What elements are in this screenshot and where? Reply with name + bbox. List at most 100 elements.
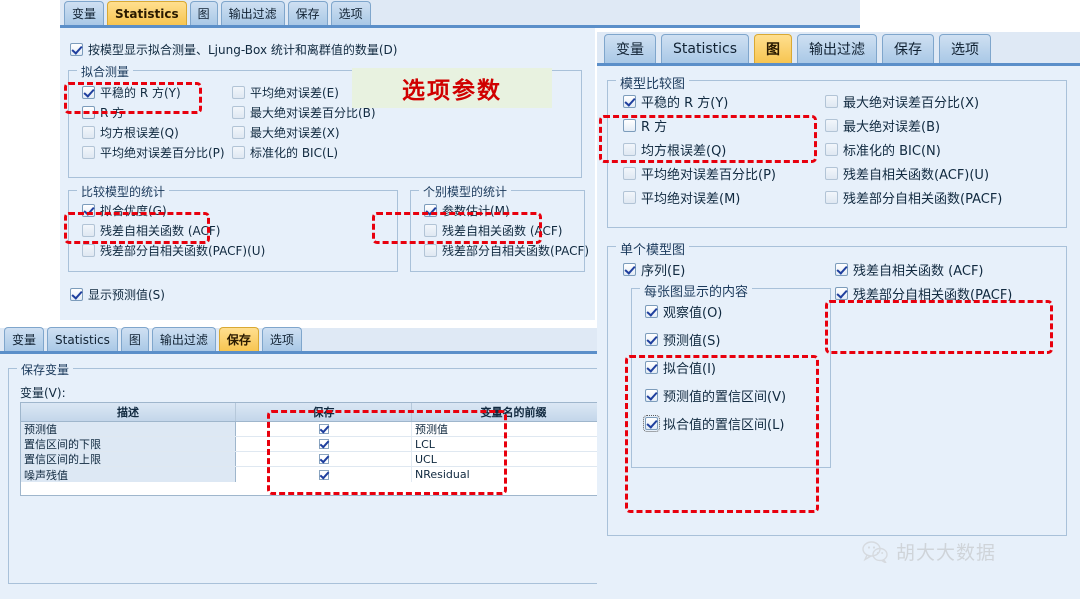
tab-options[interactable]: 选项 (330, 1, 371, 25)
tab-save[interactable]: 保存 (218, 327, 259, 351)
checkbox-label: 均方根误差(Q) (100, 126, 179, 140)
checkbox-mape[interactable]: 平均绝对误差百分比(P) (82, 144, 225, 161)
checkbox-box (835, 263, 848, 276)
label-variables: 变量(V): (20, 386, 66, 400)
table-row[interactable]: 噪声残值 NResidual (21, 467, 615, 482)
cell-save-checkbox[interactable] (236, 452, 412, 466)
checkbox-residual-pacf[interactable]: 残差部分自相关函数(PACF) (825, 188, 1002, 207)
cell-prefix: 预测值 (415, 423, 448, 436)
checkbox-label: 残差部分自相关函数(PACF) (843, 192, 1003, 207)
tab-variables[interactable]: 变量 (64, 1, 105, 25)
checkbox-label: 拟合值的置信区间(L) (663, 418, 785, 433)
checkbox-display-forecasts[interactable]: 显示预测值(S) (70, 286, 165, 303)
tab-statistics[interactable]: Statistics (107, 1, 187, 25)
checkbox-compare-residual-pacf[interactable]: 残差部分自相关函数(PACF)(U) (82, 242, 265, 259)
checkbox-label: R 方 (100, 106, 125, 120)
checkbox-observed-values[interactable]: 观察值(O) (645, 302, 722, 321)
checkbox-box (232, 146, 245, 159)
checkbox-display-fit-measures[interactable]: 按模型显示拟合测量、Ljung-Box 统计和离群值的数量(D) (70, 41, 397, 58)
checkbox-label: 平均绝对误差(M) (641, 192, 741, 207)
checkbox-compare-residual-acf[interactable]: 残差自相关函数 (ACF) (82, 222, 220, 239)
checkbox-goodness-of-fit[interactable]: 拟合优度(G) (82, 202, 167, 219)
tab-plots[interactable]: 图 (754, 34, 792, 63)
checkbox-box (825, 143, 838, 156)
checkbox-label: 残差自相关函数 (ACF) (853, 264, 984, 279)
tab-plots[interactable]: 图 (120, 327, 149, 351)
checkbox-box (825, 167, 838, 180)
checkbox-r-squared[interactable]: R 方 (623, 116, 667, 135)
checkbox-box (82, 146, 95, 159)
column-header-save: 保存 (236, 403, 412, 421)
checkbox-label: 参数估计(M) (442, 204, 510, 218)
checkbox-box (318, 454, 329, 464)
annotation-note-text: 选项参数 (402, 78, 502, 104)
checkbox-maxae[interactable]: 最大绝对误差(X) (232, 124, 340, 141)
checkbox-fit-confidence-intervals[interactable]: 拟合值的置信区间(L) (643, 414, 785, 433)
save-variables-table[interactable]: 描述 保存 变量名的前缀 预测值 预测值 置信区间的下限 LCL 置信区间的上限 (20, 402, 616, 496)
checkbox-parameter-estimates[interactable]: 参数估计(M) (424, 202, 510, 219)
checkbox-label: 残差自相关函数 (ACF) (100, 224, 221, 238)
cell-save-checkbox[interactable] (236, 422, 412, 436)
group-fit-measures-label: 拟合测量 (77, 63, 134, 80)
tab-variables[interactable]: 变量 (604, 34, 656, 63)
checkbox-residual-acf[interactable]: 残差自相关函数(ACF)(U) (825, 164, 989, 183)
checkbox-single-residual-pacf[interactable]: 残差部分自相关函数(PACF) (835, 284, 1012, 303)
checkbox-maxae[interactable]: 最大绝对误差(B) (825, 116, 940, 135)
checkbox-label: 观察值(O) (663, 306, 723, 321)
tab-options[interactable]: 选项 (939, 34, 991, 63)
cell-description: 置信区间的上限 (21, 452, 236, 466)
checkbox-maxape[interactable]: 最大绝对误差百分比(X) (825, 92, 979, 111)
tab-save[interactable]: 保存 (287, 1, 328, 25)
checkbox-stationary-r-squared[interactable]: 平稳的 R 方(Y) (623, 92, 728, 111)
tab-output-filter[interactable]: 输出过滤 (797, 34, 877, 63)
checkbox-label: 平均绝对误差(E) (250, 86, 339, 100)
cell-prefix: LCL (415, 437, 435, 451)
checkbox-mae[interactable]: 平均绝对误差(E) (232, 84, 339, 101)
checkbox-box (825, 95, 838, 108)
checkbox-r-squared[interactable]: R 方 (82, 104, 124, 121)
table-row[interactable]: 置信区间的上限 UCL (21, 452, 615, 467)
table-row[interactable]: 预测值 预测值 (21, 422, 615, 437)
checkbox-mape[interactable]: 平均绝对误差百分比(P) (623, 164, 776, 183)
checkbox-box (623, 191, 636, 204)
checkbox-label: 标准化的 BIC(L) (250, 146, 339, 160)
checkbox-box (232, 126, 245, 139)
checkbox-fit-values[interactable]: 拟合值(I) (645, 358, 716, 377)
checkbox-stationary-r-squared[interactable]: 平稳的 R 方(Y) (82, 84, 181, 101)
checkbox-forecast-confidence-intervals[interactable]: 预测值的置信区间(V) (645, 386, 786, 405)
tab-statistics[interactable]: Statistics (661, 34, 749, 63)
table-row[interactable]: 置信区间的下限 LCL (21, 437, 615, 452)
checkbox-normalized-bic[interactable]: 标准化的 BIC(L) (232, 144, 338, 161)
group-each-plot-label: 每张图显示的内容 (640, 281, 753, 300)
tab-plots[interactable]: 图 (189, 1, 218, 25)
checkbox-label: 残差部分自相关函数(PACF) (853, 288, 1013, 303)
checkbox-label: 平稳的 R 方(Y) (641, 96, 729, 111)
checkbox-label: 均方根误差(Q) (641, 144, 727, 159)
cell-save-checkbox[interactable] (236, 467, 412, 482)
group-single-model-label: 单个模型图 (616, 239, 690, 258)
checkbox-rmse[interactable]: 均方根误差(Q) (82, 124, 179, 141)
checkbox-single-residual-acf[interactable]: 残差自相关函数 (ACF) (835, 260, 984, 279)
tab-options[interactable]: 选项 (261, 327, 302, 351)
checkbox-box (82, 106, 95, 119)
tab-output-filter[interactable]: 输出过滤 (220, 1, 285, 25)
tab-output-filter[interactable]: 输出过滤 (151, 327, 216, 351)
checkbox-normalized-bic[interactable]: 标准化的 BIC(N) (825, 140, 941, 159)
tab-statistics[interactable]: Statistics (47, 327, 118, 351)
tab-variables[interactable]: 变量 (4, 327, 45, 351)
checkbox-box (70, 288, 83, 301)
cell-save-checkbox[interactable] (236, 437, 412, 451)
cell-prefix: NResidual (415, 468, 470, 481)
checkbox-mae[interactable]: 平均绝对误差(M) (623, 188, 740, 207)
checkbox-box (645, 305, 658, 318)
checkbox-label: 预测值(S) (663, 334, 721, 349)
checkbox-box (70, 43, 83, 56)
checkbox-series[interactable]: 序列(E) (623, 260, 685, 279)
checkbox-individual-residual-acf[interactable]: 残差自相关函数 (ACF) (424, 222, 562, 239)
checkbox-rmse[interactable]: 均方根误差(Q) (623, 140, 726, 159)
plots-dialog-tabstrip: 变量 Statistics 图 输出过滤 保存 选项 (597, 32, 1080, 66)
group-save-variables-label: 保存变量 (17, 361, 74, 378)
checkbox-individual-residual-pacf[interactable]: 残差部分自相关函数(PACF) (424, 242, 589, 259)
checkbox-forecast-values[interactable]: 预测值(S) (645, 330, 720, 349)
tab-save[interactable]: 保存 (882, 34, 934, 63)
